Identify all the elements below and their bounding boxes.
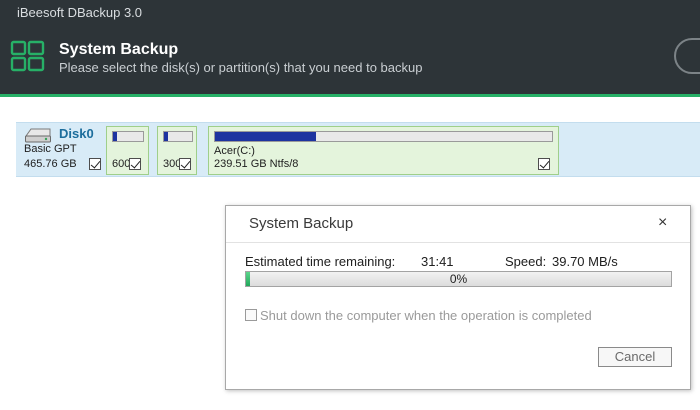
estimated-time-label: Estimated time remaining: — [245, 254, 396, 269]
partition-info: 239.51 GB Ntfs/8 — [214, 158, 299, 170]
partition-checkbox[interactable] — [538, 158, 550, 170]
disk-checkbox[interactable] — [89, 158, 101, 170]
partition-usage-fill — [164, 132, 168, 141]
partition-checkbox[interactable] — [179, 158, 191, 170]
disk-row[interactable]: Disk0 Basic GPT 465.76 GB 600 300 Acer(C… — [16, 122, 700, 177]
dialog-title: System Backup — [249, 215, 354, 232]
estimated-time-value: 31:41 — [421, 254, 454, 269]
app-title: iBeesoft DBackup 3.0 — [17, 5, 143, 20]
disk-type: Basic GPT — [24, 143, 77, 155]
shutdown-checkbox[interactable] — [245, 309, 257, 321]
disk-info[interactable]: Disk0 Basic GPT 465.76 GB — [16, 123, 106, 178]
page-subtitle: Please select the disk(s) or partition(s… — [59, 60, 423, 75]
partition-usage-fill — [113, 132, 117, 141]
partition-usage-bar — [112, 131, 144, 142]
partition-usage-fill — [215, 132, 316, 141]
shutdown-label: Shut down the computer when the operatio… — [260, 308, 592, 323]
dialog-divider — [226, 242, 690, 243]
disk-size: 465.76 GB — [24, 158, 77, 170]
close-icon[interactable]: × — [658, 215, 667, 231]
partition-card[interactable]: 300 — [157, 126, 197, 175]
backup-progress-dialog: System Backup × Estimated time remaining… — [225, 205, 691, 390]
partition-info: 600 — [112, 158, 131, 170]
hard-disk-icon — [25, 128, 51, 143]
disk-name: Disk0 — [59, 126, 94, 141]
page-title: System Backup — [59, 41, 179, 58]
partition-usage-bar — [163, 131, 193, 142]
windows-logo-icon — [10, 40, 45, 72]
progress-percent: 0% — [449, 272, 468, 286]
partition-label: Acer(C:) — [214, 145, 255, 157]
speed-label: Speed: — [505, 254, 547, 269]
partition-card[interactable]: Acer(C:) 239.51 GB Ntfs/8 — [208, 126, 559, 175]
cancel-button[interactable]: Cancel — [598, 347, 672, 367]
partition-card[interactable]: 600 — [106, 126, 149, 175]
partition-usage-bar — [214, 131, 553, 142]
progress-bar: 0% — [245, 271, 672, 287]
speed-value: 39.70 MB/s — [552, 254, 618, 269]
app-header: iBeesoft DBackup 3.0 System Backup Pleas… — [0, 0, 700, 97]
header-action-button[interactable] — [674, 38, 700, 74]
partition-checkbox[interactable] — [129, 158, 141, 170]
